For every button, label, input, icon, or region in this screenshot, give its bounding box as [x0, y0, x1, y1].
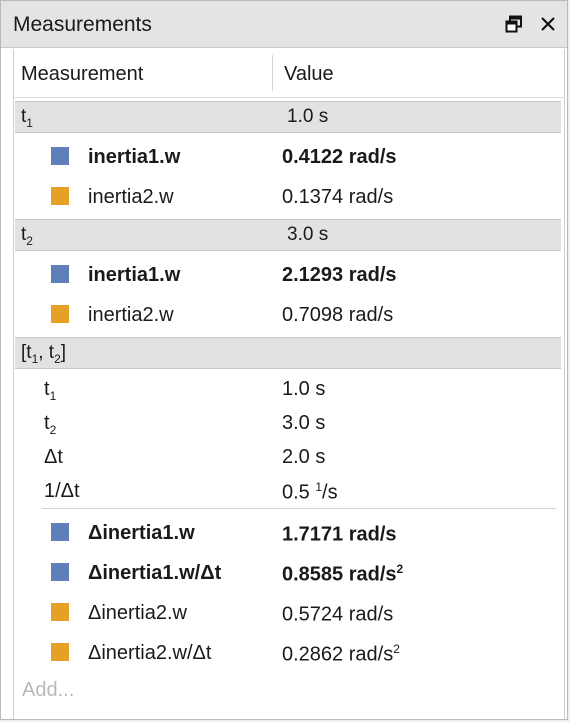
- list-item[interactable]: Δinertia2.w 0.5724 rad/s: [14, 593, 564, 633]
- interval-t1-value: 1.0 s: [282, 378, 326, 400]
- panel-title: Measurements: [13, 13, 152, 36]
- list-item[interactable]: Δinertia1.w/Δt 0.8585 rad/s2: [14, 553, 564, 593]
- group-label: t1: [21, 106, 33, 130]
- close-icon[interactable]: [535, 11, 561, 37]
- measurements-table: Measurement Value t1 1.0 s inertia1.w 0.…: [13, 49, 565, 719]
- series-color-swatch: [51, 563, 69, 581]
- column-separator[interactable]: [272, 55, 273, 91]
- series-color-swatch: [51, 265, 69, 283]
- column-header-measurement[interactable]: Measurement: [21, 63, 143, 86]
- group-label: t2: [21, 224, 33, 248]
- list-item[interactable]: Δinertia1.w 1.7171 rad/s: [14, 513, 564, 553]
- list-item[interactable]: inertia2.w 0.7098 rad/s: [14, 295, 564, 335]
- signal-name: Δinertia1.w: [88, 522, 195, 544]
- inverse-delta-t-value: 0.5 1/s: [282, 480, 338, 504]
- inverse-delta-t-label: 1/Δt: [44, 480, 80, 502]
- interval-t1-label: t1: [44, 378, 57, 403]
- group-row-t2[interactable]: t2 3.0 s: [15, 219, 561, 251]
- group-value: 3.0 s: [287, 224, 329, 245]
- signal-name: Δinertia1.w/Δt: [88, 562, 222, 584]
- series-color-swatch: [51, 187, 69, 205]
- list-item[interactable]: inertia2.w 0.1374 rad/s: [14, 177, 564, 217]
- signal-name: inertia2.w: [88, 304, 174, 326]
- delta-t-value: 2.0 s: [282, 446, 326, 468]
- list-item[interactable]: inertia1.w 2.1293 rad/s: [14, 255, 564, 295]
- interval-t2-label: t2: [44, 412, 57, 437]
- add-measurement-field[interactable]: Add...: [22, 679, 74, 702]
- signal-name: inertia1.w: [88, 146, 181, 168]
- table-header: Measurement Value: [14, 49, 564, 98]
- section-divider: [42, 508, 556, 509]
- signal-value: 0.7098 rad/s: [282, 304, 394, 326]
- list-item[interactable]: inertia1.w 0.4122 rad/s: [14, 137, 564, 177]
- signal-value: 0.8585 rad/s2: [282, 562, 404, 586]
- group-row-interval[interactable]: [t1, t2]: [15, 337, 561, 369]
- signal-value: 2.1293 rad/s: [282, 264, 397, 286]
- signal-value: 0.1374 rad/s: [282, 186, 394, 208]
- interval-t2-value: 3.0 s: [282, 412, 326, 434]
- float-window-icon[interactable]: [501, 11, 527, 37]
- signal-value: 0.2862 rad/s2: [282, 642, 400, 666]
- signal-value: 1.7171 rad/s: [282, 523, 397, 546]
- signal-name: inertia2.w: [88, 186, 174, 208]
- panel-titlebar[interactable]: Measurements: [1, 1, 567, 48]
- group-value: 1.0 s: [287, 106, 329, 127]
- group-label: [t1, t2]: [21, 342, 67, 366]
- column-header-value[interactable]: Value: [284, 63, 334, 86]
- delta-t-label: Δt: [44, 446, 63, 468]
- series-color-swatch: [51, 147, 69, 165]
- series-color-swatch: [51, 643, 69, 661]
- series-color-swatch: [51, 305, 69, 323]
- group-row-t1[interactable]: t1 1.0 s: [15, 101, 561, 133]
- series-color-swatch: [51, 523, 69, 541]
- signal-name: Δinertia2.w/Δt: [88, 642, 212, 664]
- list-item[interactable]: Δinertia2.w/Δt 0.2862 rad/s2: [14, 633, 564, 673]
- list-item[interactable]: 1/Δt 0.5 1/s: [14, 471, 564, 511]
- series-color-swatch: [51, 603, 69, 621]
- signal-value: 0.5724 rad/s: [282, 603, 394, 626]
- measurements-panel: Measurements Measurement Value t1 1.0 s: [0, 0, 568, 720]
- signal-name: inertia1.w: [88, 264, 181, 286]
- signal-name: Δinertia2.w: [88, 602, 187, 624]
- signal-value: 0.4122 rad/s: [282, 146, 397, 168]
